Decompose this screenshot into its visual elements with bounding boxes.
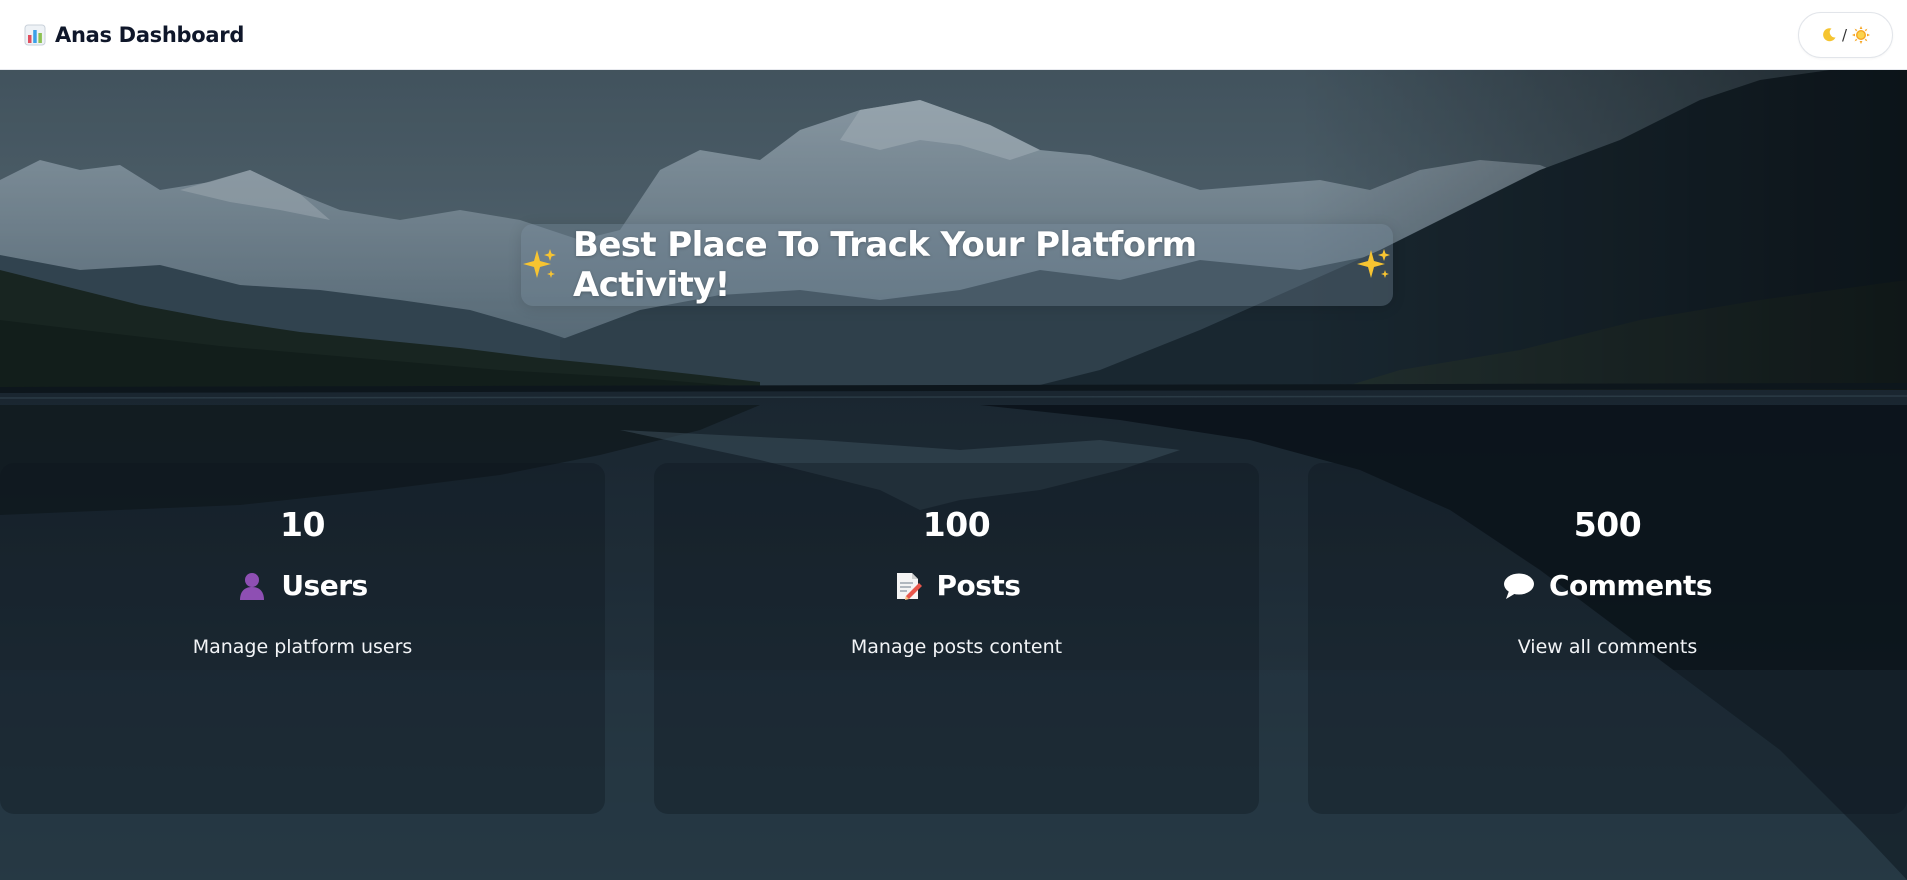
comments-card-description: View all comments (1517, 636, 1698, 658)
users-card-title-row: Users (0, 569, 605, 602)
users-card-title: Users (281, 569, 368, 602)
sparkles-icon (521, 246, 559, 284)
comments-count: 500 (1573, 505, 1642, 544)
brand-link[interactable]: Anas Dashboard (24, 23, 244, 47)
hero-section: Best Place To Track Your Platform Activi… (0, 70, 1907, 880)
comments-card-title: Comments (1548, 569, 1713, 602)
posts-card-description: Manage posts content (850, 636, 1063, 658)
posts-card-title: Posts (936, 569, 1021, 602)
posts-count: 100 (922, 505, 991, 544)
speech-bubble-icon (1503, 572, 1535, 600)
comments-card[interactable]: 500 Comments View all comments (1308, 463, 1907, 814)
memo-icon (893, 571, 923, 601)
theme-toggle-button[interactable]: / (1798, 11, 1893, 58)
bar-chart-icon (24, 24, 46, 46)
hero-headline-text: Best Place To Track Your Platform Activi… (573, 225, 1197, 305)
users-card[interactable]: 10 Users Manage platform users (0, 463, 605, 814)
headline-banner: Best Place To Track Your Platform Activi… (521, 224, 1393, 306)
hero-headline: Best Place To Track Your Platform Activi… (521, 225, 1393, 305)
navbar: Anas Dashboard / (0, 0, 1907, 70)
users-card-description: Manage platform users (192, 636, 413, 658)
users-count: 10 (280, 505, 325, 544)
comments-card-title-row: Comments (1308, 569, 1907, 602)
sparkles-icon (1355, 246, 1393, 284)
moon-icon (1821, 27, 1837, 43)
user-silhouette-icon (237, 571, 267, 601)
posts-card[interactable]: 100 Posts Manage posts content (654, 463, 1259, 814)
posts-card-title-row: Posts (654, 569, 1259, 602)
brand-title: Anas Dashboard (55, 22, 245, 47)
theme-toggle-separator: / (1841, 25, 1848, 44)
sun-icon (1852, 25, 1871, 44)
